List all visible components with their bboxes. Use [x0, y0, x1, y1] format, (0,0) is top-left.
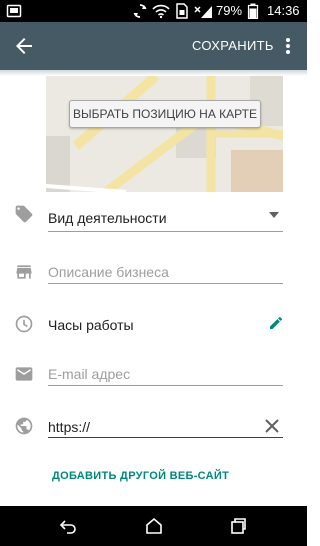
category-field[interactable]: Вид деятельности: [48, 209, 167, 227]
signal-x-icon: [194, 6, 212, 18]
email-input[interactable]: E-mail адрес: [48, 365, 130, 383]
category-underline: [48, 231, 283, 232]
arrow-back-icon[interactable]: [12, 34, 36, 58]
description-underline: [48, 283, 283, 284]
business-hours-label[interactable]: Часы работы: [48, 316, 134, 334]
sync-icon: [133, 4, 147, 18]
more-vert-icon[interactable]: [282, 34, 294, 58]
add-another-website-button[interactable]: ДОБАВИТЬ ДРУГОЙ ВЕБ-САЙТ: [52, 469, 229, 483]
email-underline: [48, 385, 283, 386]
chat-notification-icon: [6, 4, 22, 18]
wifi-icon: [152, 4, 170, 19]
battery-percent: 79%: [216, 3, 243, 18]
business-description-input[interactable]: Описание бизнеса: [48, 263, 169, 281]
map-preview[interactable]: [46, 76, 283, 192]
pencil-icon[interactable]: [268, 315, 284, 331]
choose-map-position-button[interactable]: ВЫБРАТЬ ПОЗИЦИЮ НА КАРТЕ: [69, 100, 261, 128]
back-nav-icon[interactable]: [58, 516, 78, 536]
website-underline: [48, 437, 283, 438]
sim-card-icon: [176, 3, 188, 19]
website-input[interactable]: https://: [48, 418, 90, 436]
email-icon: [15, 367, 33, 381]
battery-icon: [247, 3, 259, 19]
close-icon[interactable]: [265, 419, 279, 433]
globe-icon: [15, 417, 33, 435]
toolbar: СОХРАНИТЬ: [0, 22, 307, 70]
tag-icon: [15, 205, 33, 223]
recent-apps-icon[interactable]: [228, 516, 248, 536]
clock-icon: [15, 315, 33, 333]
map-tiles: [46, 76, 283, 192]
clock-time: 14:36: [267, 3, 300, 18]
navigation-bar: [0, 506, 307, 546]
status-bar: 79% 14:36: [0, 0, 307, 22]
home-nav-icon[interactable]: [144, 516, 164, 536]
store-icon: [16, 265, 32, 279]
dropdown-arrow-icon[interactable]: [268, 211, 280, 219]
save-button[interactable]: СОХРАНИТЬ: [192, 38, 274, 54]
